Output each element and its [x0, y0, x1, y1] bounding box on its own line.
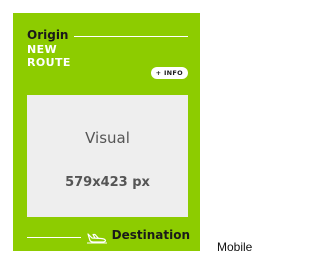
plane-landing-icon [86, 229, 108, 244]
origin-label: Origin [27, 28, 69, 42]
destination-row: Destination [27, 227, 190, 244]
visual-size: 579x423 px [65, 175, 150, 190]
card-title: NEW ROUTE [27, 43, 71, 69]
device-label: Mobile [217, 240, 253, 254]
stage: Origin NEW ROUTE + INFO Visual 579x423 p… [0, 0, 275, 260]
route-card: Origin NEW ROUTE + INFO Visual 579x423 p… [13, 13, 200, 251]
destination-label: Destination [111, 228, 190, 242]
title-line-2: ROUTE [27, 56, 71, 69]
info-button[interactable]: + INFO [150, 67, 188, 79]
title-line-1: NEW [27, 43, 58, 56]
origin-row: Origin [27, 27, 188, 43]
origin-divider [74, 35, 188, 37]
visual-label: Visual [85, 129, 130, 147]
destination-divider [27, 236, 81, 238]
visual-placeholder: Visual 579x423 px [27, 95, 188, 217]
